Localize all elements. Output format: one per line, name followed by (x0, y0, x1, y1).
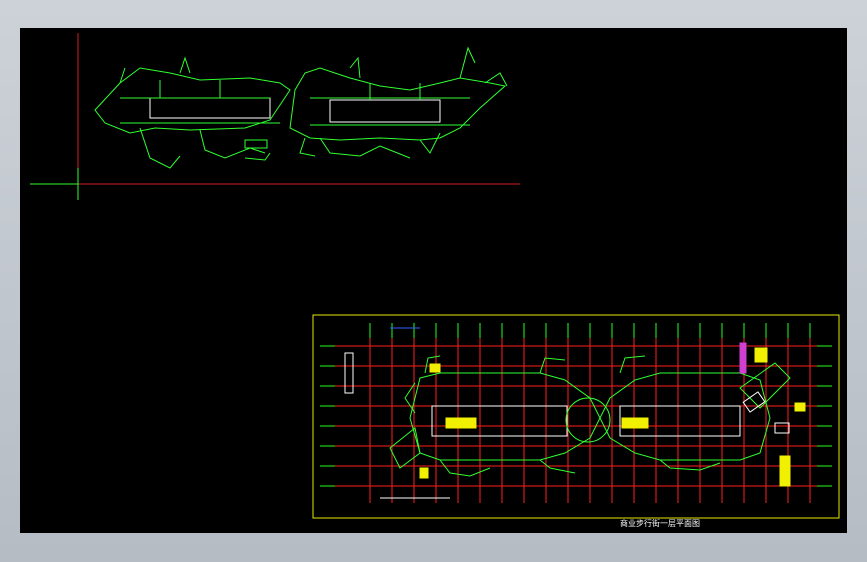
drawing-title: 商业步行街一层平面图 (620, 519, 700, 528)
cad-canvas (30, 33, 840, 519)
upper-floor-plan-sketch (94, 46, 508, 169)
cad-drawing-viewport[interactable]: 商业步行街一层平面图 (20, 28, 847, 533)
